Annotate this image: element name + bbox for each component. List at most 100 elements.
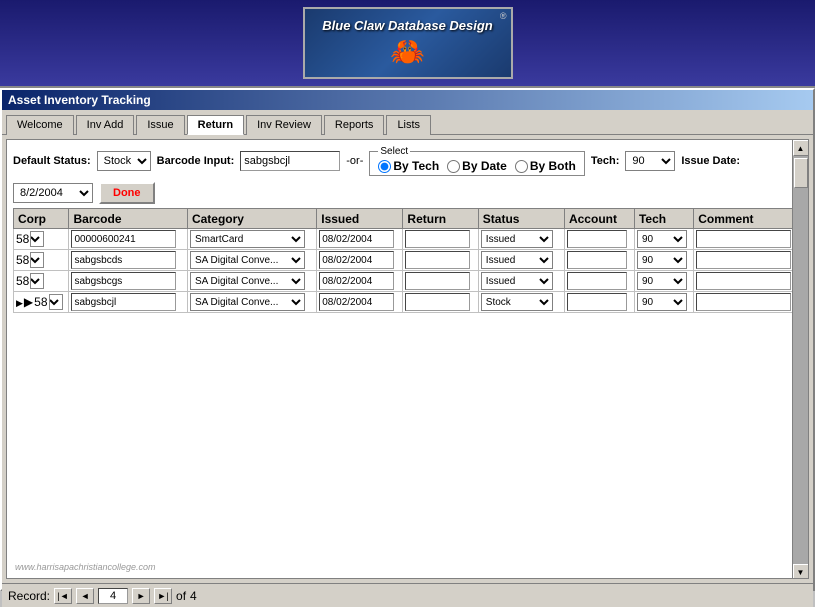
cell-return[interactable] xyxy=(403,250,478,271)
cell-account[interactable] xyxy=(564,229,634,250)
cell-issued[interactable] xyxy=(317,292,403,313)
tab-welcome[interactable]: Welcome xyxy=(6,115,74,135)
status-cell-select[interactable]: Issued xyxy=(481,272,553,290)
cell-barcode[interactable] xyxy=(69,292,187,313)
issued-cell-input[interactable] xyxy=(319,251,394,269)
cell-status[interactable]: Issued xyxy=(478,271,564,292)
barcode-cell-input[interactable] xyxy=(71,293,176,311)
tech-cell-select[interactable]: 90 xyxy=(637,272,687,290)
col-issued: Issued xyxy=(317,209,403,229)
cell-tech[interactable]: 90 xyxy=(634,271,693,292)
table-header-row: Corp Barcode Category Issued Return Stat… xyxy=(14,209,802,229)
cell-category[interactable]: SmartCard xyxy=(187,229,316,250)
category-cell-select[interactable]: SA Digital Conve... xyxy=(190,251,305,269)
scroll-down-button[interactable]: ▼ xyxy=(793,564,809,579)
account-cell-input[interactable] xyxy=(567,272,627,290)
nav-first-button[interactable]: |◄ xyxy=(54,588,72,604)
cell-account[interactable] xyxy=(564,250,634,271)
radio-by-both[interactable]: By Both xyxy=(515,159,576,173)
cell-category[interactable]: SA Digital Conve... xyxy=(187,292,316,313)
col-barcode: Barcode xyxy=(69,209,187,229)
cell-comment[interactable] xyxy=(694,292,802,313)
category-cell-select[interactable]: SmartCard xyxy=(190,230,305,248)
cell-account[interactable] xyxy=(564,292,634,313)
return-cell-input[interactable] xyxy=(405,293,470,311)
barcode-input[interactable] xyxy=(240,151,340,171)
done-button[interactable]: Done xyxy=(99,182,155,204)
radio-by-tech[interactable]: By Tech xyxy=(378,159,439,173)
cell-issued[interactable] xyxy=(317,271,403,292)
cell-comment[interactable] xyxy=(694,250,802,271)
tab-issue[interactable]: Issue xyxy=(136,115,184,135)
cell-comment[interactable] xyxy=(694,271,802,292)
comment-cell-input[interactable] xyxy=(696,251,791,269)
tech-cell-select[interactable]: 90 xyxy=(637,230,687,248)
scroll-thumb[interactable] xyxy=(794,158,808,188)
status-cell-select[interactable]: Issued xyxy=(481,230,553,248)
radio-by-date[interactable]: By Date xyxy=(447,159,507,173)
issue-date-select[interactable]: 8/2/2004 xyxy=(13,183,93,203)
issued-cell-input[interactable] xyxy=(319,272,394,290)
cell-barcode[interactable] xyxy=(69,229,187,250)
return-cell-input[interactable] xyxy=(405,230,470,248)
account-cell-input[interactable] xyxy=(567,293,627,311)
cell-return[interactable] xyxy=(403,271,478,292)
tech-cell-select[interactable]: 90 xyxy=(637,251,687,269)
radio-by-date-label: By Date xyxy=(462,159,507,173)
account-cell-input[interactable] xyxy=(567,230,627,248)
comment-cell-input[interactable] xyxy=(696,230,791,248)
category-cell-select[interactable]: SA Digital Conve... xyxy=(190,272,305,290)
cell-barcode[interactable] xyxy=(69,271,187,292)
logo-title: Blue Claw Database Design xyxy=(322,18,493,34)
cell-status[interactable]: Stock xyxy=(478,292,564,313)
issued-cell-input[interactable] xyxy=(319,230,394,248)
cell-return[interactable] xyxy=(403,229,478,250)
comment-cell-input[interactable] xyxy=(696,293,791,311)
col-account: Account xyxy=(564,209,634,229)
cell-status[interactable]: Issued xyxy=(478,250,564,271)
cell-status[interactable]: Issued xyxy=(478,229,564,250)
cell-tech[interactable]: 90 xyxy=(634,250,693,271)
tab-inv-add[interactable]: Inv Add xyxy=(76,115,135,135)
table-row: 58 ▼ SA Digital Conve...Issued90 xyxy=(14,271,802,292)
status-bar: Record: |◄ ◄ ► ►| of 4 xyxy=(2,583,813,607)
barcode-cell-input[interactable] xyxy=(71,251,176,269)
issue-date-label: Issue Date: xyxy=(681,155,740,167)
nav-prev-button[interactable]: ◄ xyxy=(76,588,94,604)
comment-cell-input[interactable] xyxy=(696,272,791,290)
tab-lists[interactable]: Lists xyxy=(386,115,431,135)
tab-inv-review[interactable]: Inv Review xyxy=(246,115,322,135)
cell-category[interactable]: SA Digital Conve... xyxy=(187,250,316,271)
cell-return[interactable] xyxy=(403,292,478,313)
nav-next-button[interactable]: ► xyxy=(132,588,150,604)
cell-account[interactable] xyxy=(564,271,634,292)
barcode-cell-input[interactable] xyxy=(71,230,176,248)
scrollbar-vertical: ▲ ▼ xyxy=(792,140,808,579)
return-cell-input[interactable] xyxy=(405,251,470,269)
cell-issued[interactable] xyxy=(317,229,403,250)
scroll-track xyxy=(793,156,809,564)
status-cell-select[interactable]: Stock xyxy=(481,293,553,311)
status-cell-select[interactable]: Issued xyxy=(481,251,553,269)
scroll-up-button[interactable]: ▲ xyxy=(793,140,809,156)
nav-last-button[interactable]: ►| xyxy=(154,588,172,604)
tab-reports[interactable]: Reports xyxy=(324,115,385,135)
barcode-cell-input[interactable] xyxy=(71,272,176,290)
cell-issued[interactable] xyxy=(317,250,403,271)
cell-tech[interactable]: 90 xyxy=(634,292,693,313)
cell-tech[interactable]: 90 xyxy=(634,229,693,250)
cell-category[interactable]: SA Digital Conve... xyxy=(187,271,316,292)
cell-corp: 58 ▼ xyxy=(14,229,69,250)
cell-comment[interactable] xyxy=(694,229,802,250)
col-tech: Tech xyxy=(634,209,693,229)
current-record-input[interactable] xyxy=(98,588,128,604)
tab-return[interactable]: Return xyxy=(187,115,244,135)
tech-cell-select[interactable]: 90 xyxy=(637,293,687,311)
default-status-select[interactable]: Stock xyxy=(97,151,151,171)
category-cell-select[interactable]: SA Digital Conve... xyxy=(190,293,305,311)
cell-barcode[interactable] xyxy=(69,250,187,271)
account-cell-input[interactable] xyxy=(567,251,627,269)
issued-cell-input[interactable] xyxy=(319,293,394,311)
return-cell-input[interactable] xyxy=(405,272,470,290)
tech-select[interactable]: 90 xyxy=(625,151,675,171)
